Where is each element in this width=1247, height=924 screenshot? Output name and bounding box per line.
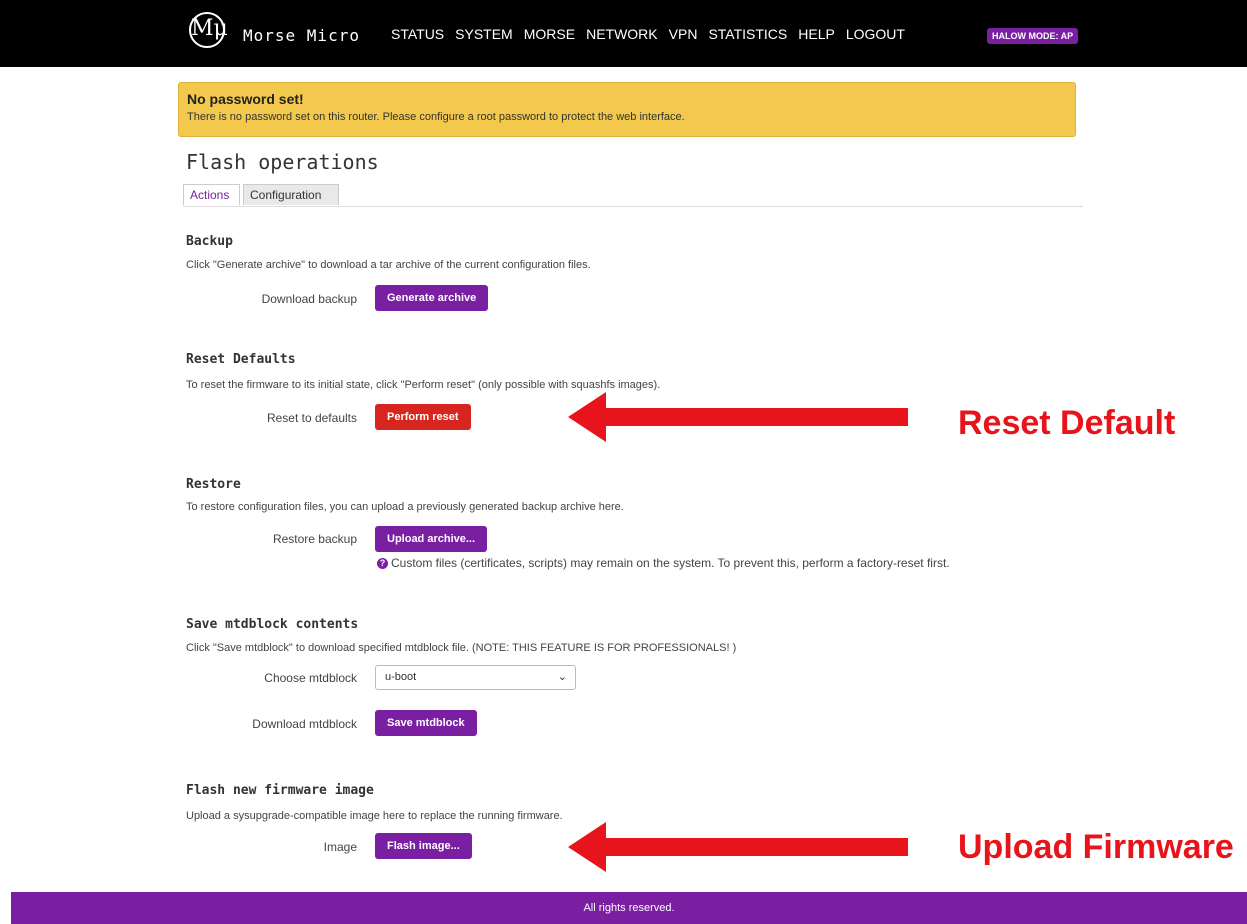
nav-morse[interactable]: MORSE xyxy=(524,26,575,42)
choose-mtdblock-label: Choose mtdblock xyxy=(264,671,357,685)
restore-section-title: Restore xyxy=(186,477,241,492)
tab-actions[interactable]: Actions xyxy=(183,184,240,205)
tab-bar: Actions Configuration xyxy=(183,184,1083,207)
upload-firmware-annotation: Upload Firmware xyxy=(958,828,1234,866)
nav-logout[interactable]: LOGOUT xyxy=(846,26,905,42)
alert-text: There is no password set on this router.… xyxy=(187,111,685,123)
reset-arrow-icon xyxy=(568,392,908,442)
footer: All rights reserved. xyxy=(11,892,1247,924)
tab-configuration[interactable]: Configuration xyxy=(243,184,339,205)
top-navbar: Mμ Morse Micro STATUS SYSTEM MORSE NETWO… xyxy=(0,0,1247,67)
upload-arrow-icon xyxy=(568,822,908,872)
restore-help-text: ? Custom files (certificates, scripts) ma… xyxy=(377,556,950,570)
nav-system[interactable]: SYSTEM xyxy=(455,26,513,42)
flash-image-button[interactable]: Flash image... xyxy=(375,833,472,859)
nav-help[interactable]: HELP xyxy=(798,26,835,42)
mtd-section-title: Save mtdblock contents xyxy=(186,617,359,632)
save-mtdblock-button[interactable]: Save mtdblock xyxy=(375,710,477,736)
reset-description: To reset the firmware to its initial sta… xyxy=(186,379,661,391)
restore-backup-label: Restore backup xyxy=(272,532,357,546)
question-icon: ? xyxy=(377,558,388,569)
perform-reset-button[interactable]: Perform reset xyxy=(375,404,471,430)
no-password-alert[interactable]: No password set! There is no password se… xyxy=(178,82,1076,137)
download-backup-label: Download backup xyxy=(261,292,357,306)
upload-archive-button[interactable]: Upload archive... xyxy=(375,526,488,552)
halow-mode-badge: HALOW MODE: AP xyxy=(987,28,1079,44)
alert-title: No password set! xyxy=(187,91,304,107)
page-title: Flash operations xyxy=(186,150,379,174)
restore-help-message: Custom files (certificates, scripts) may… xyxy=(391,556,950,570)
nav-status[interactable]: STATUS xyxy=(391,26,444,42)
brand-name[interactable]: Morse Micro xyxy=(243,26,360,45)
nav-vpn[interactable]: VPN xyxy=(669,26,698,42)
chevron-down-icon: ⌄ xyxy=(557,671,567,683)
reset-section-title: Reset Defaults xyxy=(186,352,296,367)
generate-archive-button[interactable]: Generate archive xyxy=(375,285,489,311)
flash-section-title: Flash new firmware image xyxy=(186,783,374,798)
restore-description: To restore configuration files, you can … xyxy=(186,501,624,513)
mtdblock-selected-value: u-boot xyxy=(385,671,417,683)
nav-network[interactable]: NETWORK xyxy=(586,26,658,42)
reset-to-defaults-label: Reset to defaults xyxy=(266,411,357,425)
morse-micro-logo[interactable]: Mμ xyxy=(189,12,228,48)
reset-default-annotation: Reset Default xyxy=(958,404,1176,442)
main-nav: STATUS SYSTEM MORSE NETWORK VPN STATISTI… xyxy=(391,26,916,42)
flash-description: Upload a sysupgrade-compatible image her… xyxy=(186,810,563,822)
mtdblock-select[interactable]: u-boot ⌄ xyxy=(375,665,576,690)
backup-section-title: Backup xyxy=(186,234,233,249)
nav-statistics[interactable]: STATISTICS xyxy=(708,26,787,42)
backup-description: Click "Generate archive" to download a t… xyxy=(186,259,591,271)
image-label: Image xyxy=(323,840,357,854)
download-mtdblock-label: Download mtdblock xyxy=(252,717,357,731)
mtd-description: Click "Save mtdblock" to download specif… xyxy=(186,642,737,654)
